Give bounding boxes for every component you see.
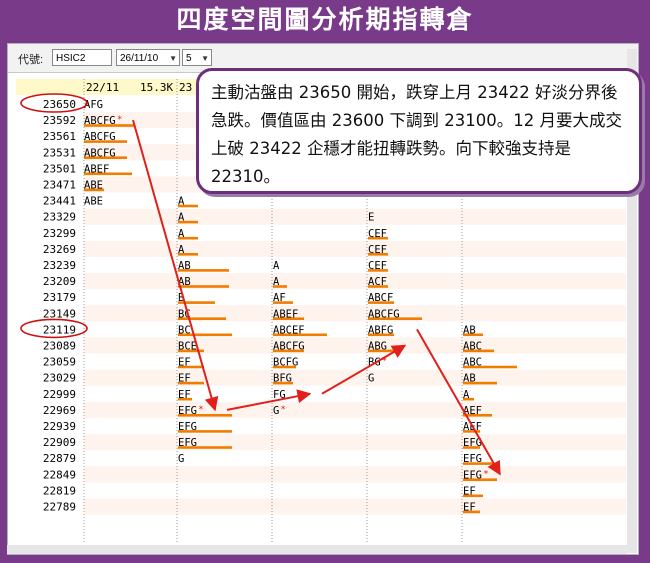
row-stripe: [84, 240, 626, 257]
tpo-letters: ABCFG: [84, 115, 116, 127]
tpo-letters: EF: [463, 502, 476, 514]
price-label: 22939: [43, 420, 76, 433]
price-label: 23089: [43, 340, 76, 353]
tpo-letters: EF: [178, 373, 191, 385]
star-mark: *: [198, 405, 203, 415]
price-label: 23059: [43, 356, 76, 369]
row-stripe: [84, 337, 626, 354]
tpo-letters: ABCFG: [368, 308, 400, 320]
tpo-letters: EFG: [178, 437, 197, 449]
callout-text: 主動沽盤由 23650 開始，跌穿上月 23422 好淡分界後急跌。價值區由 2…: [211, 83, 622, 186]
tpo-letters: A: [178, 244, 185, 256]
tpo-letters: AB: [463, 324, 476, 336]
tpo-letters: ABEF: [84, 163, 109, 175]
price-label: 23329: [43, 211, 76, 224]
tpo-letters: EFG: [463, 453, 482, 465]
row-stripe: [84, 208, 626, 225]
row-stripe: [84, 305, 626, 322]
tpo-letters: G: [178, 453, 184, 465]
price-label: 23029: [43, 372, 76, 385]
tpo-letters: ABE: [84, 196, 103, 208]
tpo-letters: AB: [463, 373, 476, 385]
tpo-letters: G: [368, 373, 374, 385]
tpo-letters: CEF: [368, 260, 387, 272]
price-label: 23592: [43, 114, 76, 127]
price-label: 23531: [43, 146, 76, 159]
price-label: 22909: [43, 436, 76, 449]
tpo-letters: ABE: [84, 180, 103, 192]
price-label: 23269: [43, 243, 76, 256]
tpo-letters: ABCEF: [273, 324, 305, 336]
price-label: 22999: [43, 388, 76, 401]
row-stripe: [84, 466, 626, 483]
price-label: 22879: [43, 452, 76, 465]
tpo-letters: AF: [273, 292, 286, 304]
tpo-letters: A: [463, 389, 470, 401]
tpo-letters: EF: [178, 357, 191, 369]
tpo-letters: BFG: [273, 373, 292, 385]
tpo-letters: ACF: [368, 276, 387, 288]
tpo-letters: ABC: [463, 341, 482, 353]
star-mark: *: [483, 469, 488, 479]
row-stripe: [84, 273, 626, 290]
tpo-letters: A: [178, 212, 185, 224]
price-label: 23179: [43, 291, 76, 304]
price-label: 22819: [43, 484, 76, 497]
price-label: 23501: [43, 162, 76, 175]
price-label: 23149: [43, 307, 76, 320]
price-label: 23471: [43, 179, 76, 192]
tpo-letters: ABG: [368, 341, 387, 353]
tpo-letters: ABCFG: [84, 147, 116, 159]
tpo-letters: ABC: [463, 357, 482, 369]
tpo-letters: EF: [178, 389, 191, 401]
tpo-letters: A: [273, 276, 280, 288]
tpo-letters: BCE: [178, 341, 197, 353]
header-date: 22/11: [86, 81, 119, 94]
annotation-callout: 主動沽盤由 23650 開始，跌穿上月 23422 好淡分界後急跌。價值區由 2…: [196, 68, 642, 194]
price-label: 22969: [43, 404, 76, 417]
tpo-letters: ABFG: [368, 324, 393, 336]
tpo-letters: ABCFG: [273, 341, 305, 353]
row-stripe: [84, 401, 626, 418]
row-stripe: [84, 434, 626, 451]
price-label: 22849: [43, 468, 76, 481]
header-next: 23: [179, 81, 192, 94]
price-label: 22789: [43, 501, 76, 514]
tpo-letters: EFG: [463, 469, 482, 481]
tpo-letters: ABEF: [273, 308, 298, 320]
price-label: 23441: [43, 195, 76, 208]
price-label: 23299: [43, 227, 76, 240]
star-mark: *: [117, 115, 122, 125]
tpo-letters: BCFG: [273, 357, 298, 369]
tpo-letters: G: [273, 405, 279, 417]
tpo-letters: EF: [463, 485, 476, 497]
tpo-letters: CEF: [368, 228, 387, 240]
tpo-letters: AB: [178, 260, 191, 272]
price-label: 23239: [43, 259, 76, 272]
header-volume: 15.3K: [140, 81, 173, 94]
tpo-letters: A: [178, 228, 185, 240]
star-mark: *: [280, 405, 285, 415]
tpo-letters: E: [368, 212, 374, 224]
row-stripe: [84, 498, 626, 515]
price-label: 23561: [43, 130, 76, 143]
tpo-letters: EFG: [178, 405, 197, 417]
tpo-letters: A: [273, 260, 280, 272]
tpo-letters: ABCF: [368, 292, 393, 304]
price-label: 23650: [43, 98, 76, 111]
row-stripe: [84, 369, 626, 386]
price-label: 23119: [43, 323, 76, 336]
tpo-letters: ABCFG: [84, 131, 116, 143]
price-label: 23209: [43, 275, 76, 288]
tpo-letters: BC: [178, 324, 191, 336]
tpo-letters: EFG: [178, 421, 197, 433]
tpo-letters: CEF: [368, 244, 387, 256]
tpo-letters: A: [178, 196, 185, 208]
